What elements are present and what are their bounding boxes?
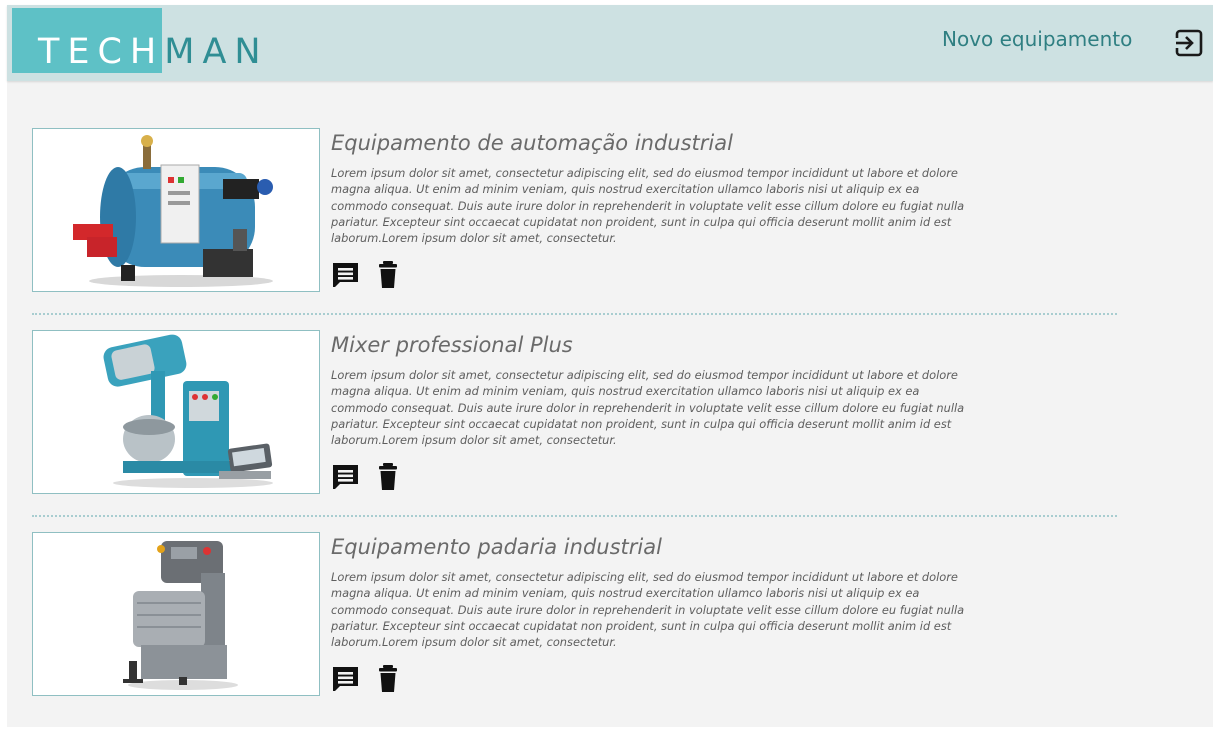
equipment-item: Equipamento de automação industrial Lore… xyxy=(32,128,1117,330)
equipment-list: Equipamento de automação industrial Lore… xyxy=(32,128,1117,734)
comment-icon[interactable] xyxy=(331,664,361,694)
trash-icon[interactable] xyxy=(373,664,403,694)
industrial-boiler-image xyxy=(32,128,320,292)
equipment-description: Lorem ipsum dolor sit amet, consectetur … xyxy=(331,570,965,650)
equipment-title: Mixer professional Plus xyxy=(331,333,573,357)
comment-icon[interactable] xyxy=(331,462,361,492)
trash-icon[interactable] xyxy=(373,462,403,492)
bakery-mixer-image xyxy=(32,532,320,696)
logo-text: TECHMAN xyxy=(38,31,269,73)
item-divider xyxy=(32,515,1117,517)
comment-icon[interactable] xyxy=(331,260,361,290)
logout-icon[interactable] xyxy=(1174,28,1204,58)
equipment-description: Lorem ipsum dolor sit amet, consectetur … xyxy=(331,166,965,246)
item-divider xyxy=(32,313,1117,315)
equipment-item: Mixer professional Plus Lorem ipsum dolo… xyxy=(32,330,1117,532)
equipment-description: Lorem ipsum dolor sit amet, consectetur … xyxy=(331,368,965,448)
trash-icon[interactable] xyxy=(373,260,403,290)
app-window: TECHMAN Novo equipamento Equipamento de … xyxy=(7,5,1213,727)
equipment-title: Equipamento padaria industrial xyxy=(331,535,662,559)
equipment-item: Equipamento padaria industrial Lorem ips… xyxy=(32,532,1117,734)
logo-text-man: MAN xyxy=(164,32,269,72)
techman-logo: TECHMAN xyxy=(12,8,272,73)
equipment-actions xyxy=(331,260,403,290)
equipment-actions xyxy=(331,462,403,492)
equipment-actions xyxy=(331,664,403,694)
logo-text-tech: TECH xyxy=(38,32,165,72)
mixer-image xyxy=(32,330,320,494)
new-equipment-link[interactable]: Novo equipamento xyxy=(942,27,1132,51)
equipment-title: Equipamento de automação industrial xyxy=(331,131,733,155)
top-bar: TECHMAN Novo equipamento xyxy=(7,5,1213,81)
